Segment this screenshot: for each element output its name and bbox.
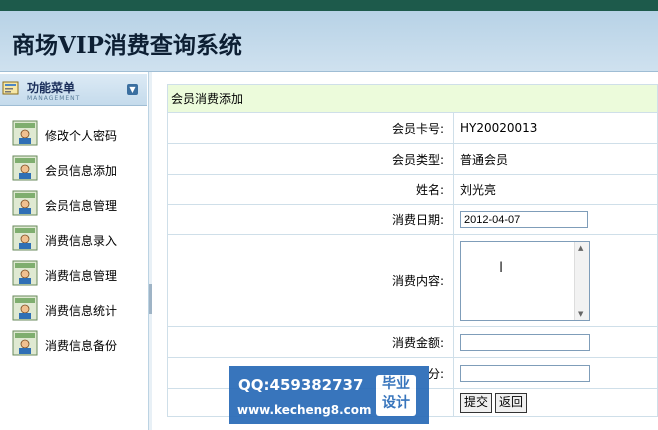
sidebar-subtitle: MANAGEMENT xyxy=(27,95,81,102)
actions-cell: 提交 返回 xyxy=(453,388,658,417)
amount-input[interactable] xyxy=(460,333,590,351)
sidebar-item-member-manage[interactable]: 会员信息管理 xyxy=(12,190,142,218)
sidebar-item-label: 消费信息管理 xyxy=(45,269,118,283)
sidebar-item-label: 消费信息统计 xyxy=(45,304,118,318)
sidebar-header: 功能菜单 MANAGEMENT ▼ xyxy=(0,74,147,106)
user-card-icon xyxy=(12,330,38,356)
menu-book-icon xyxy=(2,81,19,95)
form-caption: 会员消费添加 xyxy=(167,84,658,113)
badge-line1: 毕业 xyxy=(382,376,410,392)
splitter-handle[interactable] xyxy=(149,284,152,314)
watermark-qq: QQ:459382737 xyxy=(238,376,364,394)
sidebar-item-consume-stats[interactable]: 消费信息统计 xyxy=(12,295,142,323)
date-input[interactable] xyxy=(460,211,588,228)
date-label: 消费日期: xyxy=(167,204,454,235)
watermark-badge: 毕业 设计 xyxy=(376,375,416,416)
user-card-icon xyxy=(12,155,38,181)
scroll-up-icon[interactable]: ▲ xyxy=(578,244,583,252)
sidebar: 功能菜单 MANAGEMENT ▼ 修改个人密码 会员信息添加 会员信息管理 消… xyxy=(0,72,149,430)
sidebar-item-label: 消费信息录入 xyxy=(45,234,118,248)
sidebar-item-change-password[interactable]: 修改个人密码 xyxy=(12,120,142,148)
points-cell xyxy=(453,357,658,389)
text-cursor-icon: I xyxy=(499,259,504,276)
sidebar-title: 功能菜单 xyxy=(27,81,76,95)
sidebar-splitter[interactable] xyxy=(149,72,152,430)
content-textarea[interactable]: I ▲ ▼ xyxy=(460,240,590,321)
user-card-icon xyxy=(12,295,38,321)
submit-button[interactable]: 提交 xyxy=(460,392,493,413)
sidebar-item-label: 会员信息管理 xyxy=(45,199,118,213)
card-number-value: HY20020013 xyxy=(453,112,658,144)
page-title: 商场VIP消费查询系统 xyxy=(12,32,242,59)
window-titlebar xyxy=(0,0,658,11)
content-label: 消费内容: xyxy=(167,234,454,327)
sidebar-item-consume-manage[interactable]: 消费信息管理 xyxy=(12,260,142,288)
sidebar-item-label: 修改个人密码 xyxy=(45,129,118,143)
sidebar-item-label: 会员信息添加 xyxy=(45,164,118,178)
member-type-label: 会员类型: xyxy=(167,143,454,175)
sidebar-item-member-add[interactable]: 会员信息添加 xyxy=(12,155,142,183)
card-number-label: 会员卡号: xyxy=(167,112,454,144)
member-type-value: 普通会员 xyxy=(453,143,658,175)
user-card-icon xyxy=(12,120,38,146)
date-cell xyxy=(453,204,658,235)
sidebar-item-consume-backup[interactable]: 消费信息备份 xyxy=(12,330,142,358)
name-value: 刘光亮 xyxy=(453,174,658,205)
textarea-scrollbar[interactable]: ▲ ▼ xyxy=(574,241,589,320)
content-cell: I ▲ ▼ xyxy=(453,234,658,327)
watermark-site: www.kecheng8.com xyxy=(237,403,372,417)
app-header: 商场VIP消费查询系统 xyxy=(0,11,658,72)
amount-cell xyxy=(453,326,658,358)
sidebar-item-label: 消费信息备份 xyxy=(45,339,118,353)
badge-line2: 设计 xyxy=(382,395,410,411)
scroll-down-icon[interactable]: ▼ xyxy=(578,310,583,318)
points-input[interactable] xyxy=(460,364,590,382)
sidebar-item-consume-entry[interactable]: 消费信息录入 xyxy=(12,225,142,253)
user-card-icon xyxy=(12,225,38,251)
user-card-icon xyxy=(12,260,38,286)
watermark-overlay: QQ:459382737 www.kecheng8.com 毕业 设计 xyxy=(229,366,429,424)
user-card-icon xyxy=(12,190,38,216)
back-button[interactable]: 返回 xyxy=(495,392,528,413)
name-label: 姓名: xyxy=(167,174,454,205)
collapse-toggle-icon[interactable]: ▼ xyxy=(127,84,138,95)
amount-label: 消费金额: xyxy=(167,326,454,358)
